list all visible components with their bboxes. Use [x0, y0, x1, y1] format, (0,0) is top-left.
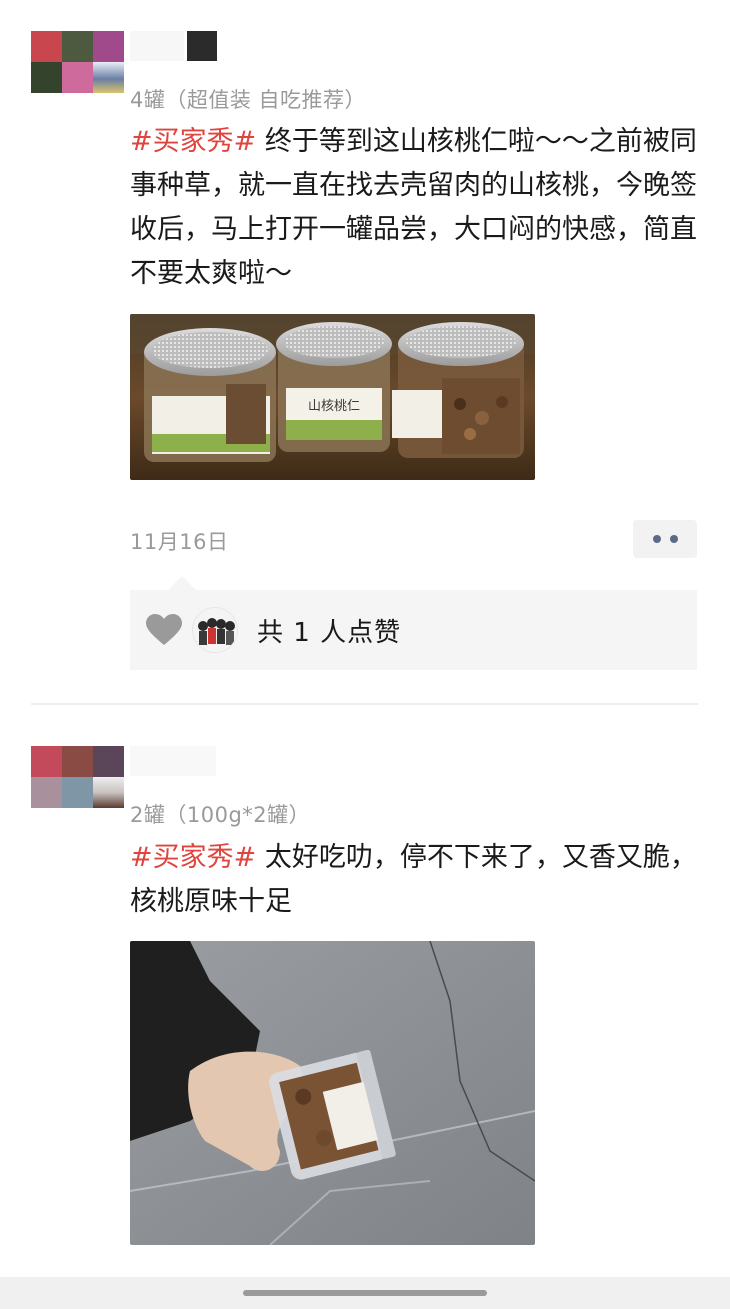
liker-avatar-image — [193, 608, 237, 652]
post-divider — [31, 703, 698, 705]
review-date: 11月16日 — [130, 530, 229, 554]
home-indicator[interactable] — [243, 1290, 487, 1296]
liker-avatar[interactable] — [192, 607, 238, 653]
more-dots-icon — [669, 535, 678, 543]
review-text: #买家秀# 终于等到这山核桃仁啦～～之前被同事种草，就一直在找去壳留肉的山核桃，… — [130, 120, 700, 296]
reviewer-avatar[interactable] — [31, 746, 124, 808]
more-dots-icon — [652, 535, 661, 543]
reviewer-avatar[interactable] — [31, 31, 124, 93]
review-photo[interactable] — [130, 941, 535, 1245]
likes-panel: 共 1 人点赞 — [130, 576, 697, 670]
hashtag-link[interactable]: #买家秀# — [130, 126, 256, 157]
product-spec: 4罐（超值装 自吃推荐） — [130, 88, 367, 112]
review-photo[interactable]: 山核桃仁 — [130, 314, 535, 480]
jar-label: 山核桃仁 — [308, 399, 360, 414]
more-actions-button[interactable] — [633, 520, 697, 558]
heart-icon[interactable] — [146, 614, 182, 646]
walnut-jars-photo: 山核桃仁 — [130, 314, 535, 480]
hashtag-link[interactable]: #买家秀# — [130, 842, 256, 873]
likes-count-text: 共 1 人点赞 — [257, 618, 402, 648]
review-text: #买家秀# 太好吃叻，停不下来了，又香又脆，核桃原味十足 — [130, 836, 700, 924]
hand-holding-jar-photo — [130, 941, 535, 1245]
product-spec: 2罐（100g*2罐） — [130, 803, 311, 827]
